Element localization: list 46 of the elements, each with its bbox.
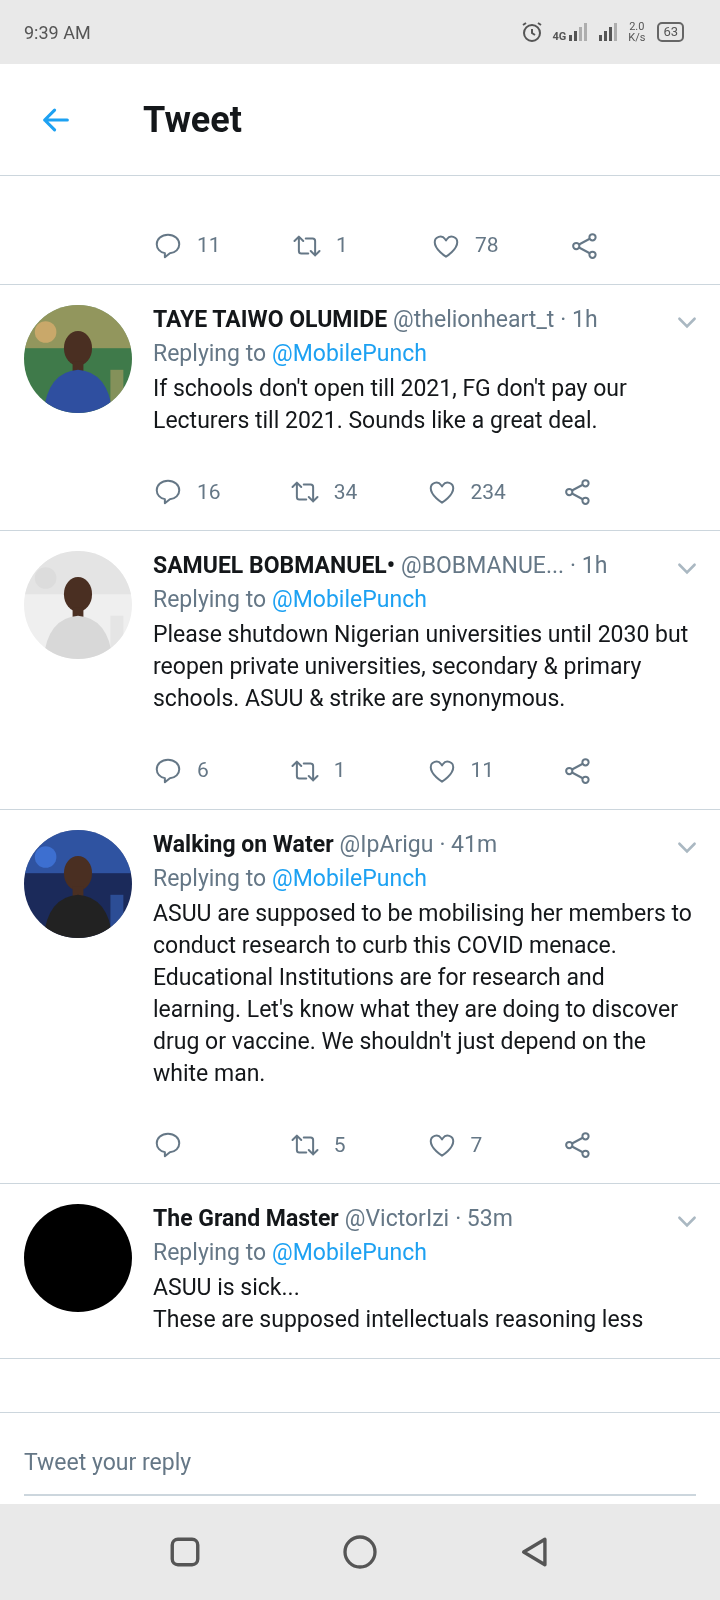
user-handle: @thelionheart_t: [393, 304, 555, 335]
battery-indicator: 63: [657, 22, 684, 42]
network-speed: 2.0: [629, 21, 645, 32]
replying-label: Replying to: [153, 338, 267, 369]
like-button[interactable]: 234: [426, 476, 564, 508]
replying-label: Replying to: [153, 863, 267, 894]
retweet-button[interactable]: 1: [289, 755, 427, 787]
tweet-text: ASUU are supposed to be mobilising her members to conduct research to curb this COVID menace. Educational Institutions are for research and learning. Let's know what they are doing to discover drug or vaccine. We shouldn't just depend on the white man.: [153, 898, 693, 1089]
reply-button[interactable]: 11: [153, 230, 292, 262]
reply-button[interactable]: 6: [153, 755, 290, 787]
status-time: 9:39 AM: [24, 20, 91, 45]
user-name: TAYE TAIWO OLUMIDE: [153, 304, 388, 335]
user-name: Walking on Water: [153, 829, 334, 860]
like-button[interactable]: 7: [426, 1129, 564, 1161]
share-icon: [570, 230, 600, 261]
mention-link[interactable]: @MobilePunch: [272, 861, 427, 896]
retweet-button[interactable]: 1: [292, 230, 431, 262]
square-icon[interactable]: [168, 1535, 202, 1569]
retweet-button[interactable]: 34: [289, 476, 427, 508]
tweet-text: If schools don't open till 2021, FG don't pay our Lecturers till 2021. Sounds like a great deal.: [153, 373, 628, 436]
like-button[interactable]: 78: [431, 230, 570, 262]
mention-link[interactable]: @MobilePunch: [272, 583, 427, 617]
replying-label: Replying to: [153, 585, 267, 615]
retweet-button[interactable]: 5: [289, 1129, 427, 1161]
tweet-text: ASUU is sick... These are supposed intellectuals reasoning less: [153, 1273, 645, 1335]
user-handle: @IpArigu: [339, 829, 434, 860]
user-handle: @BOBMANUE...: [401, 551, 565, 581]
signal-icon: [568, 22, 589, 42]
tweet-text: Please shutdown Nigerian universities until 2030 but reopen private universities, secondary & primary schools. ASUU & strike are synonymous.: [153, 620, 690, 714]
tweet-time: · 1h: [570, 551, 608, 581]
network-type: 4G: [552, 31, 567, 42]
tweet-time: · 1h: [560, 304, 598, 335]
page-title: Tweet: [143, 97, 242, 143]
reply-button[interactable]: 16: [153, 476, 290, 508]
speed-unit: K/s: [628, 32, 646, 43]
replying-label: Replying to: [153, 1238, 267, 1268]
reply-field[interactable]: Tweet your reply: [24, 1445, 696, 1496]
user-handle: @VictorIzi: [344, 1204, 450, 1234]
mention-link[interactable]: @MobilePunch: [272, 336, 427, 371]
tweet-time: · 41m: [439, 829, 498, 860]
user-name: SAMUEL BOBMANUEL•: [153, 551, 396, 581]
circle-icon[interactable]: [342, 1534, 378, 1570]
like-button[interactable]: 11: [426, 755, 564, 787]
user-name: The Grand Master: [153, 1204, 339, 1234]
mention-link[interactable]: @MobilePunch: [272, 1236, 427, 1270]
tweet-time: · 53m: [455, 1204, 513, 1234]
